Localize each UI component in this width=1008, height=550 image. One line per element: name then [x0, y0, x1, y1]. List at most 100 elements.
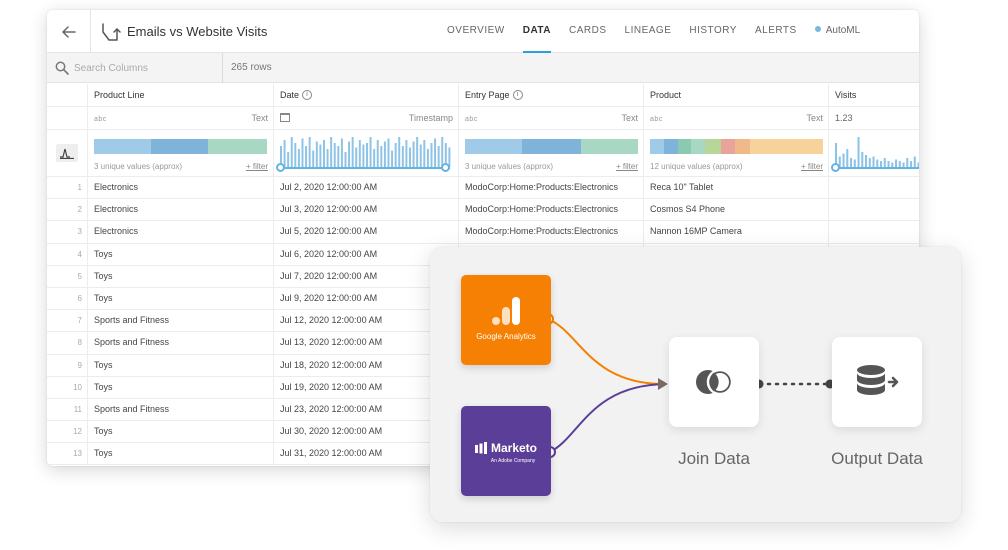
search-divider — [222, 53, 223, 83]
column-header-entry-page[interactable]: Entry Page i — [459, 84, 644, 106]
range-slider-start-handle[interactable] — [276, 163, 285, 172]
info-icon[interactable]: i — [512, 89, 523, 100]
back-button[interactable] — [47, 10, 91, 53]
column-header-date[interactable]: Date i — [274, 84, 459, 106]
tab-lineage[interactable]: LINEAGE — [625, 10, 672, 53]
tab-overview[interactable]: OVERVIEW — [447, 10, 505, 53]
table-row[interactable]: 2 Electronics Jul 3, 2020 12:00:00 AM ModoC… — [47, 199, 919, 222]
cell-product-line: Toys — [88, 243, 274, 265]
cell-product-line: Toys — [88, 265, 274, 287]
histogram-bar — [330, 137, 333, 167]
value-distribution-bar — [94, 139, 267, 154]
info-icon[interactable]: i — [302, 89, 313, 100]
tab-history[interactable]: HISTORY — [689, 10, 737, 53]
add-filter-link[interactable]: + filter — [616, 162, 638, 171]
histogram-bar — [391, 150, 394, 167]
row-number: 4 — [47, 243, 88, 265]
cell-visits — [829, 177, 919, 198]
row-number: 6 — [47, 287, 88, 310]
cell-product-line: Toys — [88, 354, 274, 376]
distribution-segment[interactable] — [720, 139, 735, 154]
histogram-bar — [394, 143, 397, 167]
histogram-bar — [430, 143, 433, 167]
type-label: Timestamp — [408, 113, 453, 123]
distribution-segment[interactable] — [705, 139, 721, 154]
row-number: 9 — [47, 354, 88, 376]
histogram-bar — [283, 140, 286, 167]
distribution-segment[interactable] — [465, 139, 523, 154]
histogram-bar — [355, 147, 358, 167]
marketo-subtitle: An Adobe Company — [490, 458, 536, 464]
output-data-label: Output Data — [831, 449, 923, 468]
column-name: Visits — [835, 90, 857, 100]
add-filter-link[interactable]: + filter — [801, 162, 823, 171]
histogram-bar — [437, 146, 440, 167]
histogram-bar — [895, 159, 898, 167]
histogram-bar — [297, 149, 300, 167]
distribution-segment[interactable] — [691, 139, 706, 154]
distribution-segment[interactable] — [151, 139, 209, 154]
range-slider-end-handle[interactable] — [441, 163, 450, 172]
tab-alerts[interactable]: ALERTS — [755, 10, 797, 53]
profile-toggle[interactable] — [47, 130, 88, 176]
table-row[interactable]: 3 Electronics Jul 5, 2020 12:00:00 AM ModoC… — [47, 221, 919, 244]
search-input[interactable] — [74, 59, 224, 77]
range-slider-start-handle[interactable] — [831, 163, 840, 172]
cell-product-line: Sports and Fitness — [88, 310, 274, 332]
distribution-segment[interactable] — [663, 139, 678, 154]
cell-product: Cosmos S4 Phone — [644, 199, 829, 221]
histogram-bar — [401, 146, 404, 167]
join-icon — [696, 368, 734, 396]
histogram-bar — [850, 158, 853, 167]
join-data-node[interactable] — [669, 337, 759, 427]
histogram-bar — [426, 149, 429, 167]
row-number: 1 — [47, 177, 88, 199]
row-number: 11 — [47, 398, 88, 421]
google-analytics-source[interactable]: Google Analytics — [461, 275, 551, 365]
table-row[interactable]: 1 Electronics Jul 2, 2020 12:00:00 AM ModoC… — [47, 177, 919, 200]
distribution-segment[interactable] — [522, 139, 581, 154]
cell-date: Jul 3, 2020 12:00:00 AM — [274, 199, 459, 221]
distribution-segment[interactable] — [734, 139, 751, 154]
histogram-bar — [351, 137, 354, 167]
source-label: Google Analytics — [476, 332, 536, 341]
tab-data[interactable]: DATA — [522, 10, 552, 53]
connector-arrowhead — [658, 378, 668, 390]
profile-visits — [829, 130, 919, 176]
output-data-node[interactable] — [832, 337, 922, 427]
column-header-product-line[interactable]: Product Line — [88, 84, 274, 106]
distribution-segment[interactable] — [208, 139, 267, 154]
histogram-bar — [383, 141, 386, 167]
histogram-bar — [416, 137, 419, 167]
cell-product-line: Toys — [88, 421, 274, 443]
distribution-segment[interactable] — [650, 139, 664, 154]
histogram-bar — [366, 143, 368, 167]
cell-product-line: Toys — [88, 376, 274, 398]
histogram-bar — [301, 138, 304, 167]
histogram-bar — [398, 137, 401, 167]
visits-histogram — [835, 137, 919, 167]
column-header-product[interactable]: Product — [644, 84, 829, 106]
tab-automl[interactable]: AutoML — [814, 10, 860, 53]
add-filter-link[interactable]: + filter — [246, 162, 268, 171]
cell-product-line: Sports and Fitness — [88, 398, 274, 421]
column-name: Date — [280, 90, 300, 100]
distribution-segment[interactable] — [580, 139, 638, 154]
profile-summary: 3 unique values (approx) — [465, 162, 554, 171]
cell-product-line: Toys — [88, 443, 274, 465]
calendar-icon — [280, 113, 290, 123]
histogram-bar — [287, 152, 290, 167]
histogram-bar — [294, 143, 297, 167]
cell-entry-page: ModoCorp:Home:Products:Electronics — [459, 177, 644, 199]
column-header-visits[interactable]: Visits — [829, 84, 919, 106]
distribution-segment[interactable] — [750, 139, 823, 154]
histogram-bar — [412, 141, 415, 167]
distribution-segment[interactable] — [94, 139, 152, 154]
row-number: 13 — [47, 443, 88, 465]
histogram-bar — [319, 144, 322, 167]
histogram-bar — [409, 147, 411, 167]
tab-cards[interactable]: CARDS — [569, 10, 607, 53]
marketo-source[interactable]: Marketo An Adobe Company — [461, 406, 551, 496]
distribution-segment[interactable] — [677, 139, 692, 154]
value-distribution-bar — [465, 139, 638, 154]
